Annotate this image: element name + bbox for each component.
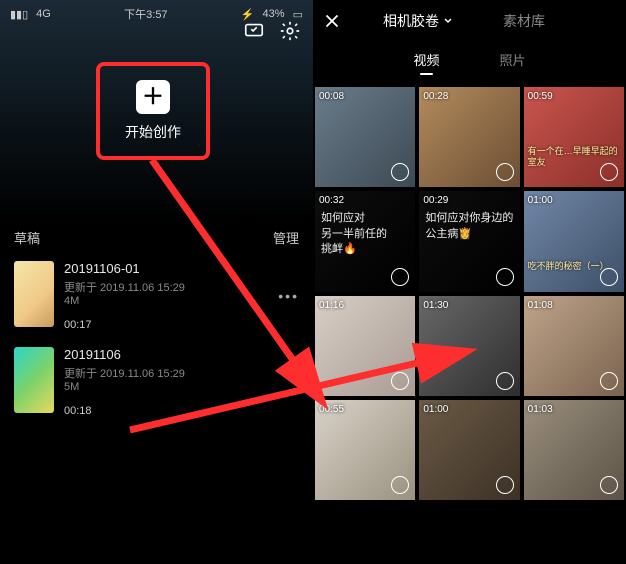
- create-label: 开始创作: [125, 122, 181, 142]
- select-circle-icon[interactable]: [391, 476, 409, 494]
- battery-label: 43%: [263, 8, 285, 20]
- project-thumbnail: [14, 261, 54, 327]
- project-duration: 00:17: [64, 319, 299, 331]
- select-circle-icon[interactable]: [600, 476, 618, 494]
- project-size: 4M: [64, 295, 299, 307]
- project-duration: 00:18: [64, 405, 299, 417]
- create-highlight-box: ＋ 开始创作: [96, 62, 210, 160]
- media-duration: 01:00: [528, 195, 553, 206]
- create-button[interactable]: ＋: [136, 80, 170, 114]
- media-text-line: 另一半前任的: [321, 227, 387, 242]
- media-cell[interactable]: 00:08: [315, 87, 415, 187]
- select-circle-icon[interactable]: [600, 163, 618, 181]
- media-cell[interactable]: 00:28: [419, 87, 519, 187]
- tab-camera-roll[interactable]: 相机胶卷: [383, 11, 453, 31]
- plus-icon: ＋: [142, 86, 164, 108]
- media-grid: 00:08 00:28 00:59有一个在…早睡早起的室友 00:32 如何应对…: [313, 85, 626, 500]
- qa-icon[interactable]: [243, 20, 265, 42]
- media-text-line: 公主病👸: [425, 227, 513, 242]
- project-thumbnail: [14, 347, 54, 413]
- select-circle-icon[interactable]: [600, 372, 618, 390]
- media-duration: 00:29: [423, 195, 448, 206]
- carrier-label: 4G: [36, 8, 51, 20]
- select-circle-icon[interactable]: [391, 372, 409, 390]
- media-duration: 00:55: [319, 404, 344, 415]
- bolt-icon: ⚡: [241, 8, 255, 21]
- media-cell[interactable]: 01:16: [315, 296, 415, 396]
- media-text-line: 如何应对: [321, 211, 387, 226]
- signal-icon: ▮▮▯: [10, 8, 28, 21]
- project-row[interactable]: 20191106 更新于 2019.11.06 15:29 5M 00:18: [0, 339, 313, 425]
- media-cell[interactable]: 00:29 如何应对你身边的 公主病👸: [419, 191, 519, 291]
- media-duration: 00:32: [319, 195, 344, 206]
- select-circle-icon[interactable]: [391, 268, 409, 286]
- status-time: 下午3:57: [124, 6, 167, 22]
- select-circle-icon[interactable]: [496, 268, 514, 286]
- media-cell[interactable]: 00:55: [315, 400, 415, 500]
- media-cell[interactable]: 01:03: [524, 400, 624, 500]
- hero-area: ▮▮▯ 4G 下午3:57 ⚡ 43% ▭ ＋ 开始创作: [0, 0, 313, 220]
- media-duration: 00:28: [423, 91, 448, 102]
- media-cell[interactable]: 01:00吃不胖的秘密（一）: [524, 191, 624, 291]
- project-title: 20191106: [64, 347, 299, 362]
- select-circle-icon[interactable]: [496, 163, 514, 181]
- media-duration: 01:16: [319, 300, 344, 311]
- project-row[interactable]: 20191106-01 更新于 2019.11.06 15:29 4M 00:1…: [0, 253, 313, 339]
- project-title: 20191106-01: [64, 261, 299, 276]
- media-text-line: 挑衅🔥: [321, 242, 387, 257]
- more-icon[interactable]: •••: [278, 288, 299, 304]
- project-updated: 更新于 2019.11.06 15:29: [64, 365, 299, 381]
- media-text-line: 如何应对你身边的: [425, 211, 513, 226]
- media-cell[interactable]: 01:00: [419, 400, 519, 500]
- media-picker-screen: 相机胶卷 素材库 视频 照片 00:08 00:28 00:59有一个在…早睡早…: [313, 0, 626, 564]
- subtab-photo[interactable]: 照片: [500, 50, 526, 75]
- close-icon[interactable]: [321, 10, 343, 32]
- media-cell[interactable]: 01:30: [419, 296, 519, 396]
- tab-library[interactable]: 素材库: [503, 11, 545, 31]
- battery-icon: ▭: [293, 8, 303, 21]
- picker-top-bar: 相机胶卷 素材库: [313, 0, 626, 36]
- drafts-title: 草稿: [14, 228, 40, 247]
- media-duration: 00:59: [528, 91, 553, 102]
- project-size: 5M: [64, 381, 299, 393]
- media-duration: 00:08: [319, 91, 344, 102]
- media-subtabs: 视频 照片: [313, 36, 626, 85]
- chevron-down-icon: [443, 16, 453, 26]
- select-circle-icon[interactable]: [391, 163, 409, 181]
- select-circle-icon[interactable]: [600, 268, 618, 286]
- media-duration: 01:03: [528, 404, 553, 415]
- manage-link[interactable]: 管理: [273, 228, 299, 247]
- tab-library-label: 素材库: [503, 11, 545, 31]
- select-circle-icon[interactable]: [496, 476, 514, 494]
- settings-icon[interactable]: [279, 20, 301, 42]
- media-cell[interactable]: 01:08: [524, 296, 624, 396]
- subtab-video[interactable]: 视频: [413, 50, 439, 75]
- editor-app-screen: ▮▮▯ 4G 下午3:57 ⚡ 43% ▭ ＋ 开始创作: [0, 0, 313, 564]
- media-duration: 01:00: [423, 404, 448, 415]
- select-circle-icon[interactable]: [496, 372, 514, 390]
- media-cell[interactable]: 00:32 如何应对 另一半前任的 挑衅🔥: [315, 191, 415, 291]
- media-duration: 01:08: [528, 300, 553, 311]
- project-updated: 更新于 2019.11.06 15:29: [64, 279, 299, 295]
- media-duration: 01:30: [423, 300, 448, 311]
- tab-camera-roll-label: 相机胶卷: [383, 11, 439, 31]
- media-cell[interactable]: 00:59有一个在…早睡早起的室友: [524, 87, 624, 187]
- drafts-header: 草稿 管理: [0, 220, 313, 253]
